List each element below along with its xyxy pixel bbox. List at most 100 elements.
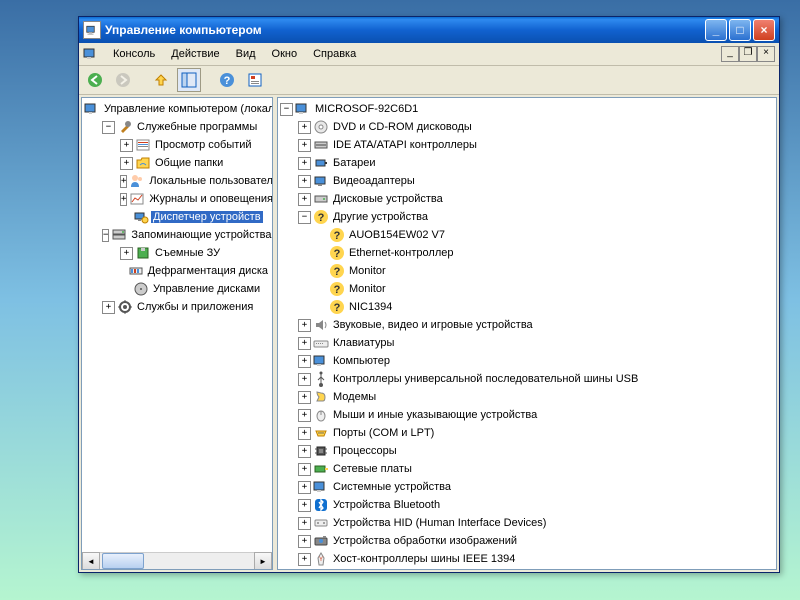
expand-icon[interactable]: + (298, 481, 311, 494)
expand-icon[interactable]: + (298, 139, 311, 152)
back-button[interactable] (83, 68, 107, 92)
device-dvd[interactable]: +DVD и CD-ROM дисководы (298, 118, 774, 136)
expand-icon[interactable]: + (120, 139, 133, 152)
tree-disk-mgmt[interactable]: Управление дисками (120, 280, 270, 298)
device-mice[interactable]: +Мыши и иные указывающие устройства (298, 406, 774, 424)
expand-icon[interactable]: + (298, 517, 311, 530)
expand-icon[interactable]: + (298, 337, 311, 350)
unknown-device-icon: ? (329, 299, 345, 315)
tree-event-viewer[interactable]: +Просмотр событий (120, 136, 270, 154)
event-viewer-icon (135, 137, 151, 153)
computer-icon (295, 101, 311, 117)
close-button[interactable]: × (753, 19, 775, 41)
menu-view[interactable]: Вид (228, 46, 264, 62)
mdi-restore[interactable]: ❐ (739, 46, 757, 62)
tree-root[interactable]: Управление компьютером (локальным) (84, 100, 270, 118)
expand-icon[interactable]: + (298, 373, 311, 386)
device-sound[interactable]: +Звуковые, видео и игровые устройства (298, 316, 774, 334)
expand-icon[interactable]: + (298, 427, 311, 440)
tree-defrag[interactable]: Дефрагментация диска (120, 262, 270, 280)
expand-icon[interactable]: + (298, 499, 311, 512)
svg-text:?: ? (334, 230, 341, 242)
device-processors[interactable]: +Процессоры (298, 442, 774, 460)
expand-icon[interactable]: + (298, 175, 311, 188)
expand-icon[interactable]: + (120, 247, 133, 260)
mdi-buttons: _ ❐ × (721, 46, 775, 62)
maximize-button[interactable]: □ (729, 19, 751, 41)
device-other-auo[interactable]: ?AUOB154EW02 V7 (316, 226, 774, 244)
expand-icon[interactable]: + (298, 121, 311, 134)
menu-window[interactable]: Окно (264, 46, 306, 62)
help-button[interactable]: ? (215, 68, 239, 92)
device-imaging[interactable]: +Устройства обработки изображений (298, 532, 774, 550)
device-batteries[interactable]: +Батареи (298, 154, 774, 172)
device-other[interactable]: −?Другие устройства (298, 208, 774, 226)
device-root[interactable]: −MICROSOF-92C6D1 (280, 100, 774, 118)
show-tree-button[interactable] (177, 68, 201, 92)
expand-icon[interactable]: + (298, 193, 311, 206)
menu-help[interactable]: Справка (305, 46, 364, 62)
properties-button[interactable] (243, 68, 267, 92)
device-hid[interactable]: +Устройства HID (Human Interface Devices… (298, 514, 774, 532)
menu-console[interactable]: Консоль (105, 46, 163, 62)
expand-icon[interactable]: + (298, 319, 311, 332)
tree-services[interactable]: +Службы и приложения (102, 298, 270, 316)
device-computer[interactable]: +Компьютер (298, 352, 774, 370)
expand-icon[interactable]: + (102, 301, 115, 314)
collapse-icon[interactable]: − (280, 103, 293, 116)
perf-logs-icon (129, 191, 145, 207)
unknown-device-icon: ? (329, 263, 345, 279)
expand-icon[interactable]: + (298, 157, 311, 170)
selected-item[interactable]: Диспетчер устройств (151, 211, 263, 223)
tree-perf-logs[interactable]: +Журналы и оповещения пр (120, 190, 270, 208)
device-keyboards[interactable]: +Клавиатуры (298, 334, 774, 352)
up-button[interactable] (149, 68, 173, 92)
scroll-thumb[interactable] (102, 553, 144, 569)
mdi-minimize[interactable]: _ (721, 46, 739, 62)
expand-icon[interactable]: + (298, 391, 311, 404)
expand-icon[interactable]: + (298, 535, 311, 548)
collapse-icon[interactable]: − (298, 211, 311, 224)
device-video-adapters[interactable]: +Видеоадаптеры (298, 172, 774, 190)
device-system[interactable]: +Системные устройства (298, 478, 774, 496)
horizontal-scrollbar[interactable]: ◄ ► (82, 552, 272, 569)
device-other-monitor2[interactable]: ?Monitor (316, 280, 774, 298)
device-other-ethernet[interactable]: ?Ethernet-контроллер (316, 244, 774, 262)
bluetooth-icon (313, 497, 329, 513)
device-disk-drives[interactable]: +Дисковые устройства (298, 190, 774, 208)
collapse-icon[interactable]: − (102, 229, 109, 242)
titlebar[interactable]: Управление компьютером _ □ × (79, 17, 779, 43)
device-bluetooth[interactable]: +Устройства Bluetooth (298, 496, 774, 514)
device-other-nic[interactable]: ?NIC1394 (316, 298, 774, 316)
minimize-button[interactable]: _ (705, 19, 727, 41)
device-modems[interactable]: +Модемы (298, 388, 774, 406)
device-other-monitor1[interactable]: ?Monitor (316, 262, 774, 280)
network-adapter-icon (313, 461, 329, 477)
tree-device-manager[interactable]: Диспетчер устройств (120, 208, 270, 226)
tree-local-users[interactable]: +Локальные пользователи (120, 172, 270, 190)
device-ieee1394[interactable]: +YХост-контроллеры шины IEEE 1394 (298, 550, 774, 568)
tree-removable-storage[interactable]: +Съемные ЗУ (120, 244, 270, 262)
expand-icon[interactable]: + (298, 553, 311, 566)
expand-icon[interactable]: + (120, 175, 127, 188)
collapse-icon[interactable]: − (102, 121, 115, 134)
expand-icon[interactable]: + (120, 193, 127, 206)
tree-storage[interactable]: −Запоминающие устройства (102, 226, 270, 244)
scroll-right-button[interactable]: ► (254, 552, 272, 570)
expand-icon[interactable]: + (298, 355, 311, 368)
tree-shared-folders[interactable]: +Общие папки (120, 154, 270, 172)
expand-icon[interactable]: + (298, 463, 311, 476)
device-usb[interactable]: +Контроллеры универсальной последователь… (298, 370, 774, 388)
device-ports[interactable]: +Порты (COM и LPT) (298, 424, 774, 442)
device-ide[interactable]: +IDE ATA/ATAPI контроллеры (298, 136, 774, 154)
expand-icon[interactable]: + (298, 445, 311, 458)
scroll-left-button[interactable]: ◄ (82, 552, 100, 570)
defrag-icon (128, 263, 144, 279)
expand-icon[interactable]: + (298, 409, 311, 422)
menu-action[interactable]: Действие (163, 46, 227, 62)
tree-system-tools[interactable]: −Служебные программы (102, 118, 270, 136)
menubar: Консоль Действие Вид Окно Справка _ ❐ × (79, 43, 779, 66)
device-network[interactable]: +Сетевые платы (298, 460, 774, 478)
mdi-close[interactable]: × (757, 46, 775, 62)
expand-icon[interactable]: + (120, 157, 133, 170)
